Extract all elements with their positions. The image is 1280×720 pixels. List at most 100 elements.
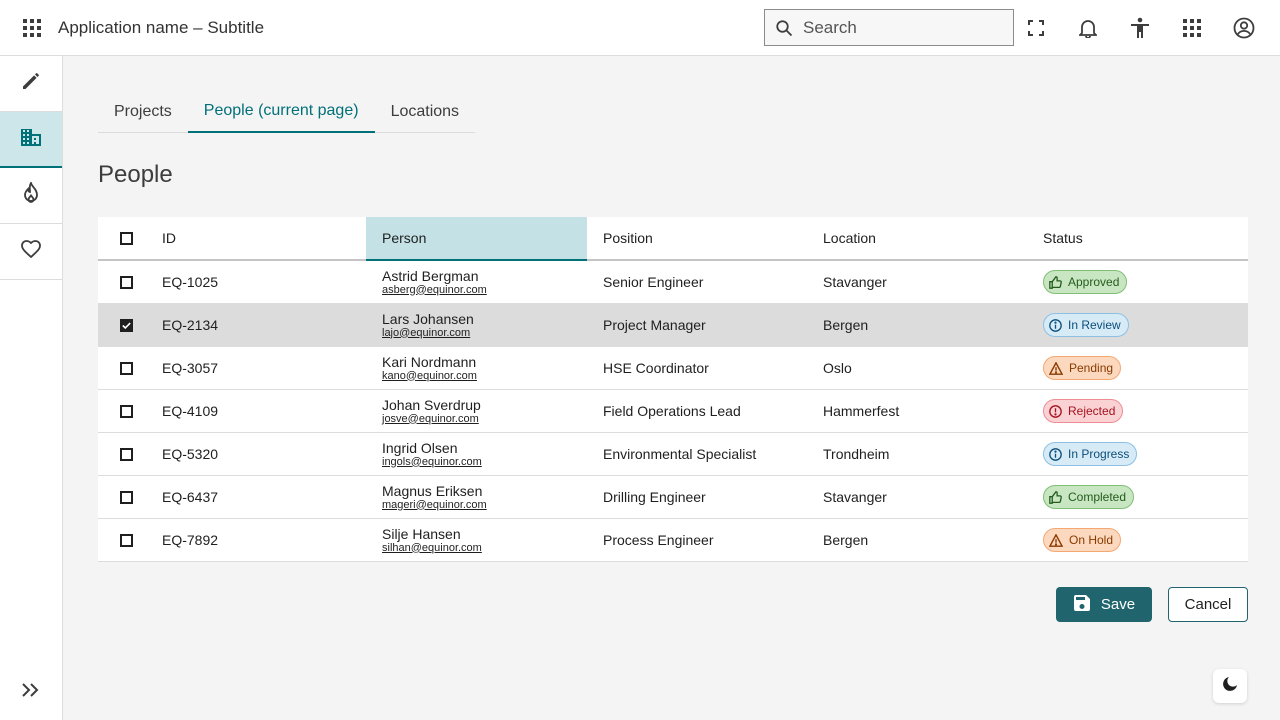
status-label: Completed (1068, 490, 1127, 504)
table-row[interactable]: EQ-1025 Astrid Bergman asberg@equinor.com S… (98, 261, 1248, 304)
status-badge: On Hold (1043, 528, 1122, 552)
row-select-cell (98, 519, 154, 561)
cell-person: Astrid Bergman asberg@equinor.com (366, 261, 587, 303)
theme-toggle-button[interactable] (1213, 669, 1247, 703)
table-row[interactable]: EQ-7892 Silje Hansen silhan@equinor.com Pro… (98, 519, 1248, 562)
column-header-status[interactable]: Status (1043, 217, 1243, 259)
table-row[interactable]: EQ-2134 Lars Johansen lajo@equinor.com Proj… (98, 304, 1248, 347)
row-select-cell (98, 476, 154, 518)
tab-locations[interactable]: Locations (375, 90, 476, 133)
table-row[interactable]: EQ-5320 Ingrid Olsen ingols@equinor.com Env… (98, 433, 1248, 476)
select-all-cell (98, 217, 154, 259)
table-row[interactable]: EQ-3057 Kari Nordmann kano@equinor.com HSE … (98, 347, 1248, 390)
status-label: Pending (1069, 361, 1114, 375)
tab-people[interactable]: People (current page) (187, 90, 375, 133)
person-email-link[interactable]: silhan@equinor.com (382, 542, 482, 555)
status-label: Rejected (1068, 404, 1116, 418)
status-badge: Rejected (1043, 399, 1124, 423)
table-row[interactable]: EQ-6437 Magnus Eriksen mageri@equinor.com D… (98, 476, 1248, 519)
apps-icon[interactable] (1176, 12, 1208, 44)
person-email-link[interactable]: mageri@equinor.com (382, 499, 487, 512)
sidebar-item-fire[interactable] (0, 168, 62, 224)
cell-status: Rejected (1043, 390, 1243, 432)
notifications-icon[interactable] (1072, 12, 1104, 44)
search-input[interactable] (803, 17, 1003, 38)
save-button-label: Save (1100, 596, 1136, 613)
status-badge: In Review (1043, 313, 1129, 337)
cell-location: Trondheim (823, 446, 890, 462)
page-title: People (98, 161, 173, 188)
cell-position: Senior Engineer (603, 274, 704, 290)
cell-status: In Progress (1043, 433, 1243, 475)
cell-status: On Hold (1043, 519, 1243, 561)
table-body: EQ-1025 Astrid Bergman asberg@equinor.com S… (98, 261, 1248, 562)
column-header-id[interactable]: ID (162, 217, 362, 259)
moon-icon (1223, 676, 1237, 696)
status-badge: Approved (1043, 270, 1128, 294)
expand-sidebar-button[interactable] (14, 680, 46, 704)
warning-icon (1049, 533, 1066, 547)
account-icon[interactable] (1228, 12, 1260, 44)
tab-projects[interactable]: Projects (98, 90, 188, 133)
row-checkbox[interactable] (119, 490, 133, 504)
status-badge: Completed (1043, 485, 1135, 509)
cell-location: Bergen (823, 317, 869, 333)
search-box[interactable] (764, 9, 1014, 46)
row-checkbox[interactable] (119, 361, 133, 375)
cell-location: Hammerfest (823, 403, 900, 419)
person-name: Astrid Bergman (382, 267, 479, 284)
flame-icon (22, 180, 40, 209)
save-button[interactable]: Save (1056, 587, 1152, 622)
row-checkbox[interactable] (119, 404, 133, 418)
tab-bar: Projects People (current page) Locations (98, 90, 476, 133)
status-label: In Progress (1068, 447, 1130, 461)
save-icon (1073, 594, 1101, 616)
cell-position: Project Manager (603, 317, 706, 333)
person-email-link[interactable]: ingols@equinor.com (382, 456, 482, 469)
cell-location: Stavanger (823, 274, 887, 290)
cell-status: Completed (1043, 476, 1243, 518)
info-icon (1049, 318, 1065, 332)
person-email-link[interactable]: josve@equinor.com (382, 413, 479, 426)
thumbs-up-icon (1049, 490, 1065, 504)
row-select-cell (98, 304, 154, 346)
cell-status: In Review (1043, 304, 1243, 346)
person-name: Silje Hansen (382, 525, 461, 542)
cell-id: EQ-6437 (162, 489, 219, 505)
cell-location: Bergen (823, 532, 869, 548)
pencil-icon (21, 71, 41, 96)
building-icon (20, 127, 42, 152)
accessibility-icon[interactable] (1124, 12, 1156, 44)
fullscreen-icon[interactable] (1020, 12, 1052, 44)
column-header-location[interactable]: Location (823, 217, 1033, 259)
sidebar-item-buildings[interactable] (0, 112, 62, 168)
sidebar-item-favorites[interactable] (0, 224, 62, 280)
info-icon (1049, 447, 1065, 461)
error-icon (1049, 404, 1065, 418)
cell-position: Field Operations Lead (603, 403, 741, 419)
top-bar: Application name – Subtitle (0, 0, 1280, 56)
person-email-link[interactable]: asberg@equinor.com (382, 284, 487, 297)
cell-status: Approved (1043, 261, 1243, 303)
cell-id: EQ-7892 (162, 532, 219, 548)
row-checkbox[interactable] (119, 318, 133, 332)
row-checkbox[interactable] (119, 447, 133, 461)
apps-grid-icon[interactable] (16, 12, 48, 44)
cell-person: Magnus Eriksen mageri@equinor.com (366, 476, 587, 518)
status-badge: Pending (1043, 356, 1122, 380)
column-header-person[interactable]: Person (366, 217, 587, 261)
row-checkbox[interactable] (119, 533, 133, 547)
column-header-position[interactable]: Position (603, 217, 813, 259)
sidebar-item-edit[interactable] (0, 56, 62, 112)
cell-position: Environmental Specialist (603, 446, 757, 462)
row-checkbox[interactable] (119, 275, 133, 289)
heart-icon (21, 240, 41, 263)
person-email-link[interactable]: lajo@equinor.com (382, 327, 470, 340)
person-email-link[interactable]: kano@equinor.com (382, 370, 477, 383)
table-row[interactable]: EQ-4109 Johan Sverdrup josve@equinor.com Fi… (98, 390, 1248, 433)
cell-person: Silje Hansen silhan@equinor.com (366, 519, 587, 561)
select-all-checkbox[interactable] (119, 231, 133, 245)
cancel-button[interactable]: Cancel (1168, 587, 1248, 622)
cell-id: EQ-1025 (162, 274, 219, 290)
table-header-row: ID Person Position Location Status (98, 217, 1248, 261)
